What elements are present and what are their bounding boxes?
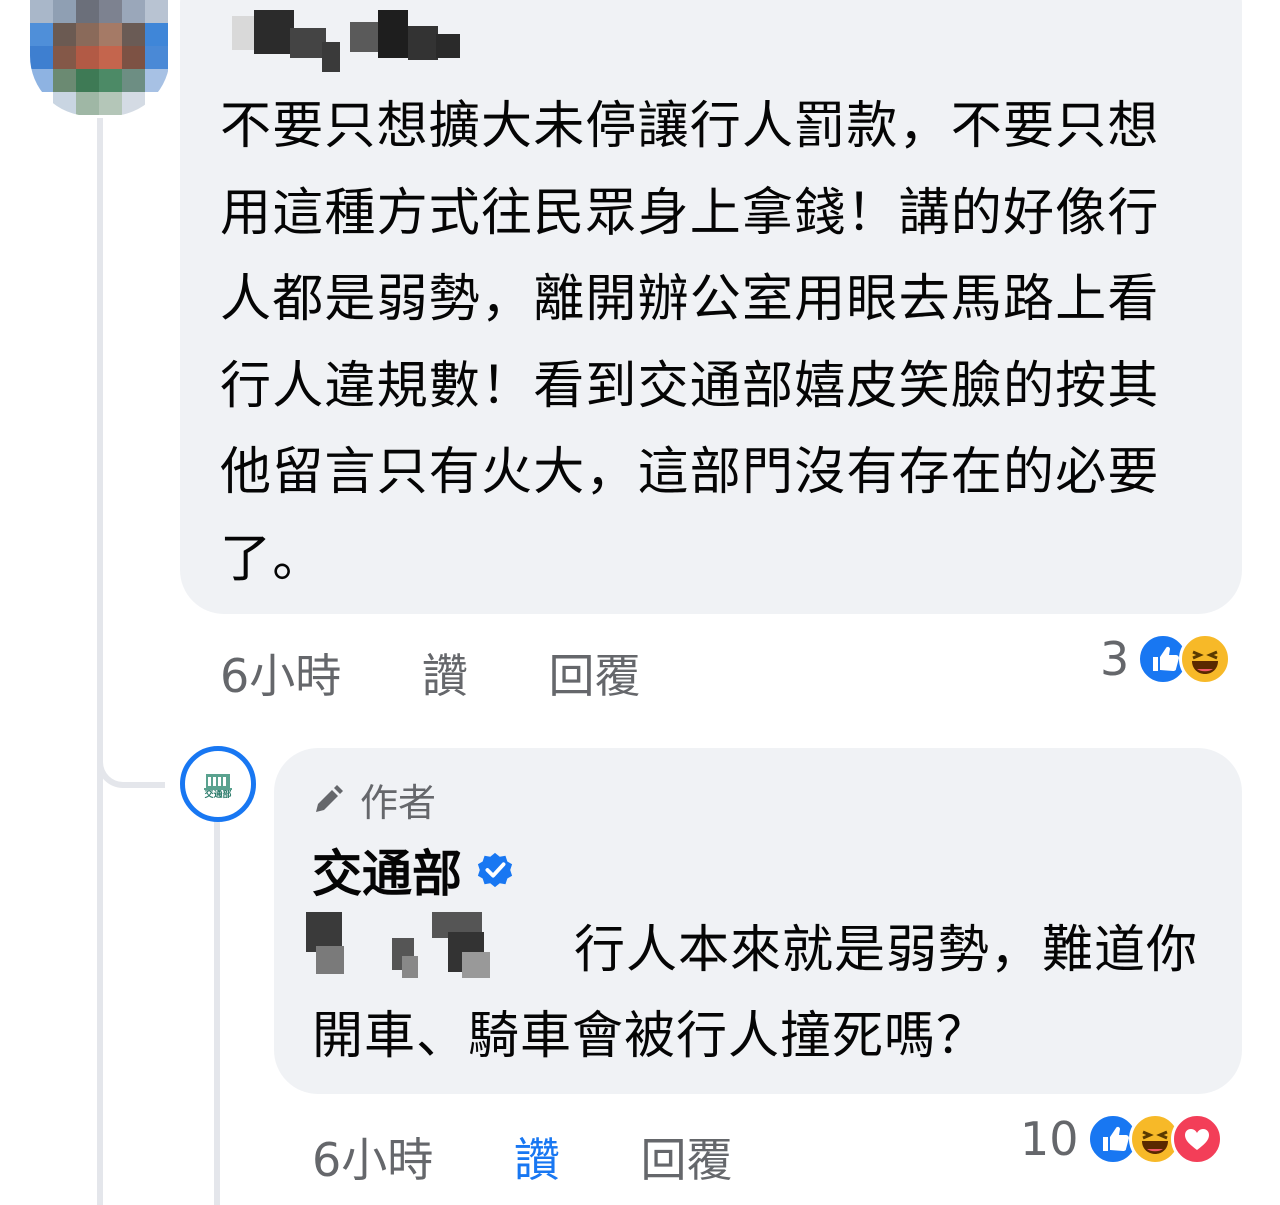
reply-text: 行人本來就是弱勢，難道你開車、騎車會被行人撞死嗎？ xyxy=(312,921,1199,1066)
comment-actions: 6小時 讚 回覆 xyxy=(220,640,641,706)
comment-text: 不要只想擴大未停讓行人罰款，不要只想用這種方式往民眾身上拿錢！講的好像行人都是弱… xyxy=(220,97,1160,589)
commenter-name-redacted[interactable] xyxy=(232,6,462,72)
building-icon xyxy=(204,774,232,790)
love-icon xyxy=(1170,1113,1223,1165)
comment-timestamp[interactable]: 6小時 xyxy=(220,640,341,706)
commenter-avatar[interactable] xyxy=(30,0,170,116)
comment-like-button[interactable]: 讚 xyxy=(422,640,468,706)
reaction-count: 3 xyxy=(1100,632,1130,686)
pencil-icon xyxy=(316,784,343,812)
reply-reply-button[interactable]: 回覆 xyxy=(641,1124,733,1190)
verified-badge-icon xyxy=(477,852,513,888)
author-badge-label: 作者 xyxy=(360,781,437,825)
reply-thread-line xyxy=(214,822,220,1205)
comment-reactions[interactable]: 3 xyxy=(1100,632,1232,686)
reply-reactions[interactable]: 10 xyxy=(1020,1112,1223,1166)
thread-connector-line xyxy=(97,118,103,1205)
comment-thread: 不要只想擴大未停讓行人罰款，不要只想用這種方式往民眾身上拿錢！講的好像行人都是弱… xyxy=(0,0,1280,1205)
page-avatar[interactable]: 交通部 xyxy=(180,746,256,822)
author-badge: 作者 xyxy=(312,772,436,827)
reply-like-button[interactable]: 讚 xyxy=(514,1124,560,1190)
reply-actions: 6小時 讚 回覆 xyxy=(312,1124,733,1190)
reply-timestamp[interactable]: 6小時 xyxy=(312,1124,433,1190)
reaction-count: 10 xyxy=(1020,1112,1079,1166)
thread-reply-connector xyxy=(97,700,165,788)
haha-icon xyxy=(1179,633,1232,685)
comment-reply-button[interactable]: 回覆 xyxy=(549,640,641,706)
page-name-label: 交通部 xyxy=(312,845,462,903)
reply-author-name[interactable]: 交通部 xyxy=(312,834,514,906)
